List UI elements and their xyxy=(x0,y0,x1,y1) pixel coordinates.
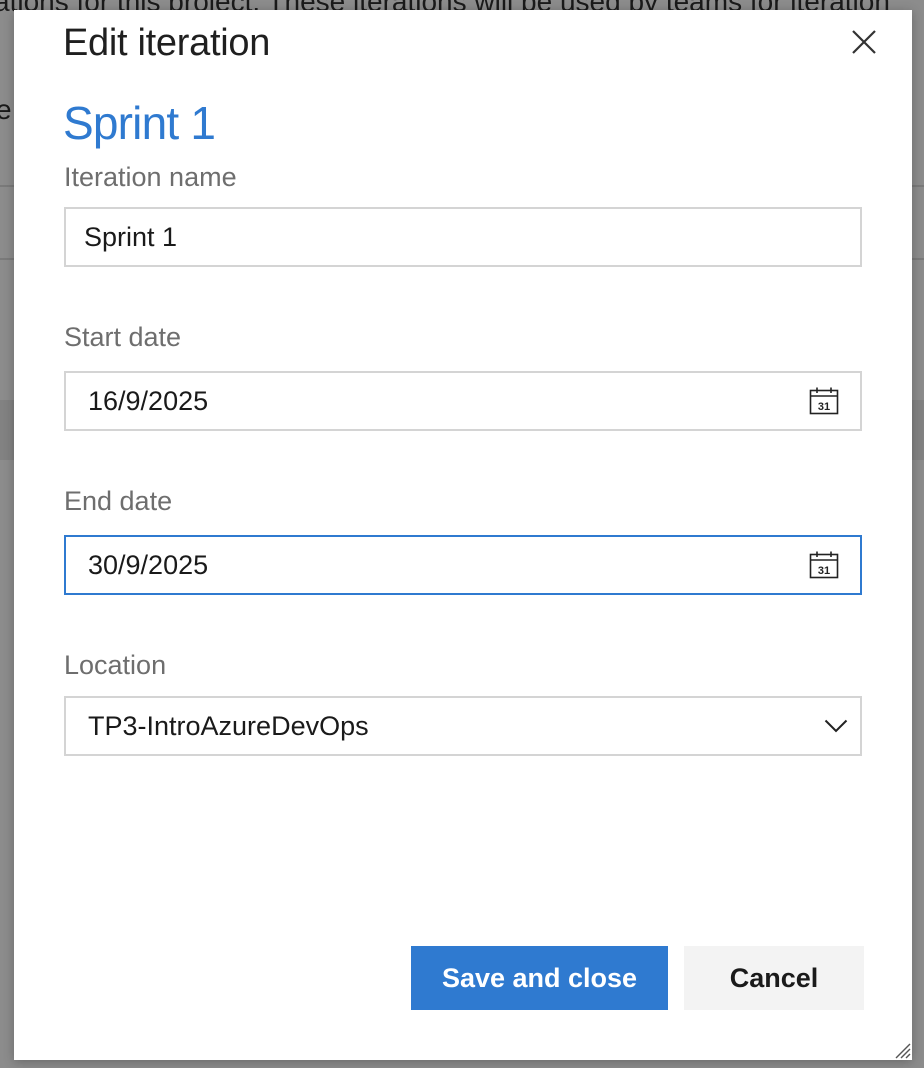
location-label: Location xyxy=(64,650,167,680)
cancel-button[interactable]: Cancel xyxy=(684,946,864,1010)
end-date-label: End date xyxy=(64,486,173,516)
iteration-heading: Sprint 1 xyxy=(63,97,216,149)
start-date-label: Start date xyxy=(64,322,182,352)
close-icon xyxy=(851,29,877,60)
iteration-name-input[interactable]: Sprint 1 xyxy=(64,207,862,267)
iteration-name-value: Sprint 1 xyxy=(84,221,178,252)
end-date-input[interactable]: 30/9/2025 31 xyxy=(64,535,862,595)
calendar-icon[interactable]: 31 xyxy=(808,549,840,581)
edit-iteration-dialog: Edit iteration Sprint 1 Iteration name S… xyxy=(14,10,912,1060)
save-and-close-button[interactable]: Save and close xyxy=(411,946,668,1010)
svg-text:31: 31 xyxy=(818,401,830,413)
end-date-value: 30/9/2025 xyxy=(88,549,209,580)
svg-text:31: 31 xyxy=(818,565,830,577)
location-select[interactable]: TP3-IntroAzureDevOps xyxy=(64,696,862,756)
resize-grip-icon[interactable] xyxy=(890,1038,912,1060)
background-text-fragment: e xyxy=(0,94,12,125)
dialog-title: Edit iteration xyxy=(63,22,271,64)
start-date-input[interactable]: 16/9/2025 31 xyxy=(64,371,862,431)
start-date-value: 16/9/2025 xyxy=(88,385,209,416)
location-value: TP3-IntroAzureDevOps xyxy=(88,710,369,741)
iteration-name-label: Iteration name xyxy=(64,162,237,192)
close-button[interactable] xyxy=(844,24,884,64)
chevron-down-icon[interactable] xyxy=(820,710,852,742)
calendar-icon[interactable]: 31 xyxy=(808,385,840,417)
